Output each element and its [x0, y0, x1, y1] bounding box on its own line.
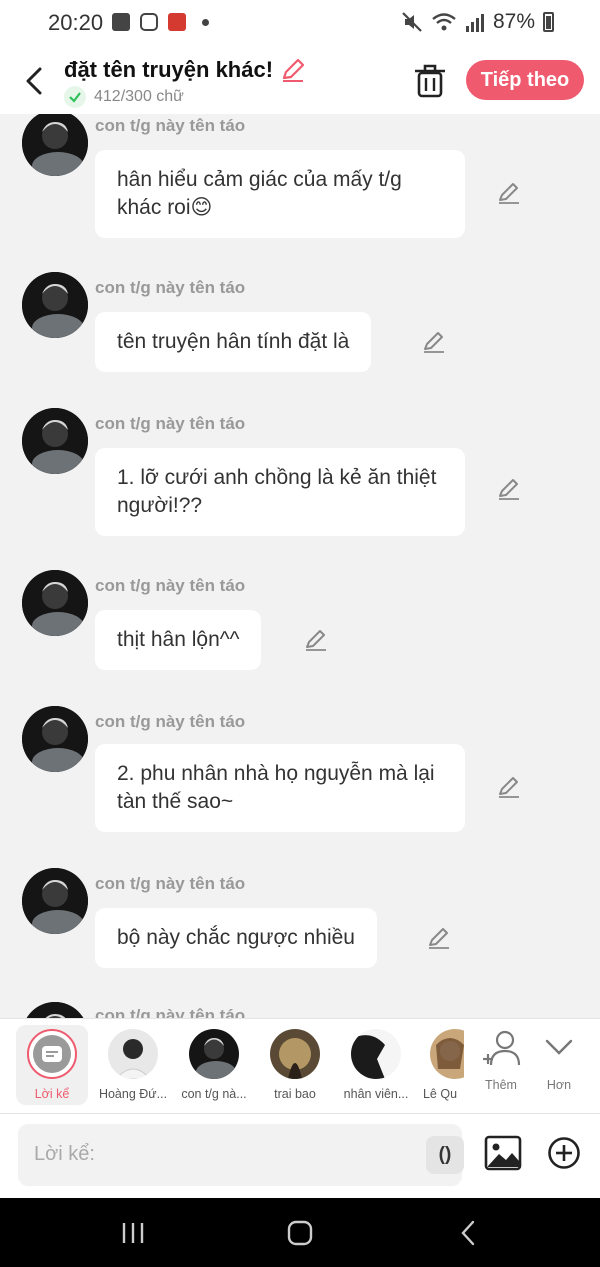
edit-pencil-icon[interactable]	[426, 925, 452, 951]
message-bubble[interactable]: 2. phu nhân nhà họ nguyễn mà lại tàn thế…	[95, 744, 465, 832]
image-icon[interactable]	[484, 1134, 522, 1172]
next-button[interactable]: Tiếp theo	[466, 60, 584, 100]
signal-icon	[465, 14, 484, 32]
notification-icons	[112, 13, 209, 31]
message-bubble[interactable]: 1. lỡ cưới anh chồng là kẻ ăn thiệt ngườ…	[95, 448, 465, 536]
editor-header: đặt tên truyện khác! 412/300 chữ Tiếp th…	[0, 48, 600, 114]
word-count: 412/300 chữ	[64, 86, 184, 108]
character-label: con t/g nà...	[181, 1087, 247, 1101]
avatar	[108, 1029, 158, 1079]
title-wrap: đặt tên truyện khác!	[64, 56, 307, 84]
avatar[interactable]	[22, 272, 88, 338]
battery-icon	[543, 12, 554, 32]
avatar[interactable]	[22, 1002, 88, 1018]
character-item[interactable]: con t/g nà...	[174, 1025, 254, 1101]
narrator-label: Lời kể	[34, 1087, 70, 1101]
home-icon[interactable]	[285, 1218, 315, 1248]
character-item[interactable]: Lê Qu	[416, 1025, 464, 1101]
message-input[interactable]: Lời kể: ()	[18, 1124, 464, 1186]
character-bar: Lời kể Hoàng Đứ... con t/g nà... trai ba…	[0, 1018, 600, 1114]
narrator-button[interactable]: Lời kể	[16, 1025, 88, 1105]
trash-icon[interactable]	[412, 62, 448, 100]
recent-apps-icon[interactable]	[118, 1218, 148, 1248]
message-author: con t/g này tên táo	[95, 874, 246, 893]
add-person-icon	[483, 1030, 521, 1066]
message-author: con t/g này tên táo	[95, 576, 246, 595]
narrator-avatar	[27, 1029, 77, 1079]
edit-pencil-icon[interactable]	[496, 774, 522, 800]
edit-title-pencil-icon[interactable]	[279, 56, 307, 84]
message-author: con t/g này tên táo	[95, 116, 246, 135]
avatar[interactable]	[22, 114, 88, 176]
parentheses-button[interactable]: ()	[426, 1136, 464, 1174]
plus-circle-icon[interactable]	[547, 1136, 581, 1170]
character-item[interactable]: nhân viên...	[336, 1025, 416, 1101]
back-icon[interactable]	[20, 64, 50, 98]
message-bubble[interactable]: tên truyện hân tính đặt là	[95, 312, 372, 372]
avatar	[351, 1029, 401, 1079]
message-author: con t/g này tên táo	[95, 712, 246, 731]
character-label: nhân viên...	[343, 1087, 409, 1101]
edit-pencil-icon[interactable]	[496, 476, 522, 502]
wifi-icon	[432, 13, 456, 31]
add-label: Thêm	[485, 1078, 517, 1092]
avatar[interactable]	[22, 570, 88, 636]
add-character-button[interactable]: Thêm	[476, 1029, 526, 1092]
more-label: Hơn	[546, 1078, 572, 1092]
avatar	[270, 1029, 320, 1079]
edit-pencil-icon[interactable]	[496, 180, 522, 206]
battery-percent: 87%	[492, 10, 535, 33]
avatar	[430, 1029, 464, 1079]
character-item[interactable]: Hoàng Đứ...	[93, 1025, 173, 1101]
message-author: con t/g này tên táo	[95, 278, 246, 297]
more-button[interactable]: Hơn	[534, 1029, 584, 1092]
message-author: con t/g này tên táo	[95, 414, 246, 433]
word-count-text: 412/300 chữ	[94, 88, 184, 105]
input-bar: Lời kể: ()	[0, 1114, 600, 1198]
avatar	[189, 1029, 239, 1079]
message-author: con t/g này tên táo	[95, 1006, 246, 1018]
character-label: Lê Qu	[422, 1087, 458, 1101]
message-list[interactable]: con t/g này tên táo hân hiểu cảm giác củ…	[0, 114, 600, 1018]
character-item[interactable]: trai bao	[255, 1025, 335, 1101]
avatar[interactable]	[22, 408, 88, 474]
gallery-notification-icon	[112, 13, 130, 31]
character-label: trai bao	[274, 1087, 316, 1101]
app-notification-icon	[168, 13, 186, 31]
check-icon	[64, 86, 86, 108]
edit-pencil-icon[interactable]	[421, 329, 447, 355]
input-placeholder: Lời kể:	[34, 1143, 95, 1165]
more-notifications-dot-icon	[202, 18, 209, 26]
message-bubble[interactable]: thịt hân lộn^^	[95, 610, 262, 670]
status-right: 87%	[401, 10, 554, 34]
message-bubble[interactable]: bộ này chắc ngược nhiều	[95, 908, 377, 968]
narration-icon	[42, 1046, 62, 1062]
avatar[interactable]	[22, 706, 88, 772]
status-time: 20:20	[48, 10, 104, 35]
mute-icon	[402, 12, 422, 32]
edit-pencil-icon[interactable]	[303, 627, 329, 653]
message-bubble[interactable]: hân hiểu cảm giác của mấy t/g khác roi😊	[95, 150, 465, 238]
story-title[interactable]: đặt tên truyện khác!	[64, 57, 273, 83]
avatar[interactable]	[22, 868, 88, 934]
system-nav-bar	[0, 1198, 600, 1267]
back-nav-icon[interactable]	[454, 1218, 484, 1248]
chevron-down-icon	[545, 1039, 573, 1055]
instagram-notification-icon	[140, 13, 158, 31]
status-bar: 20:20 87%	[0, 0, 600, 48]
character-label: Hoàng Đứ...	[98, 1087, 168, 1101]
